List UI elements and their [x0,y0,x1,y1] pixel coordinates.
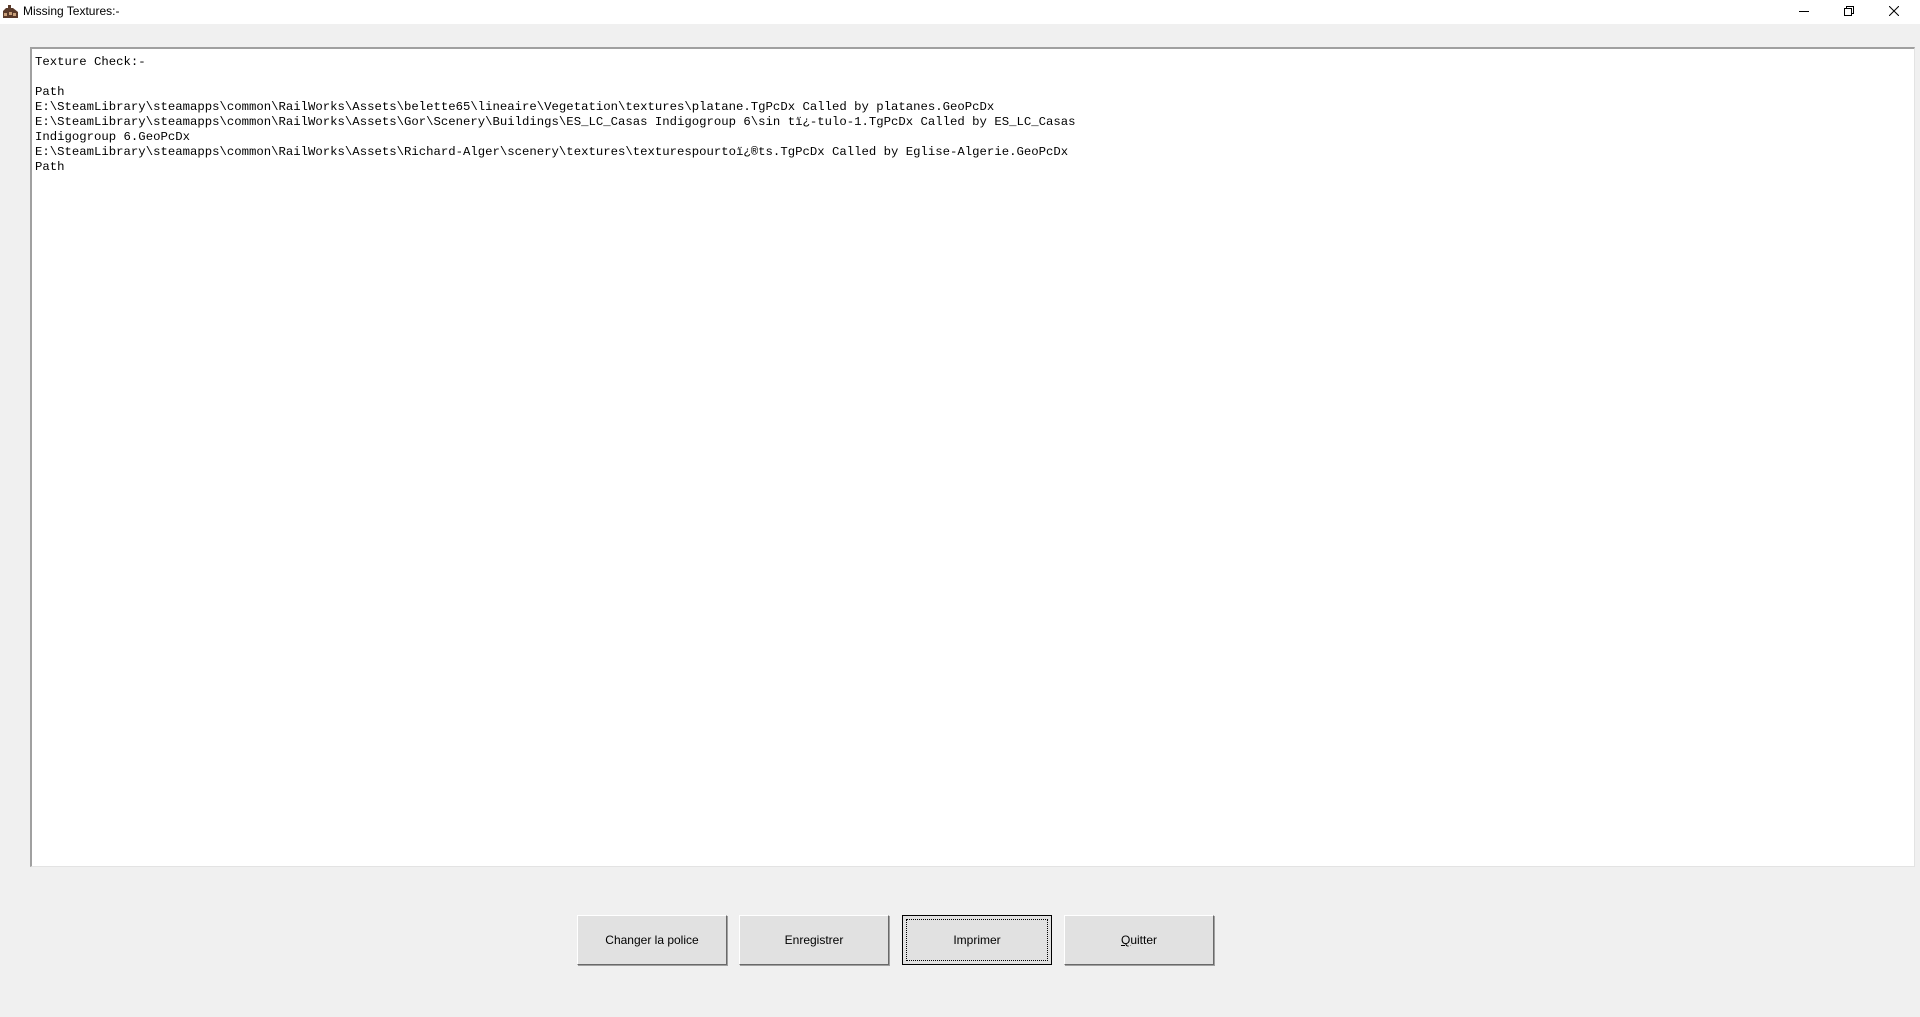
report-line: E:\SteamLibrary\steamapps\common\RailWor… [35,145,1069,159]
quit-button-label: Quitter [1121,933,1157,947]
report-text-area[interactable]: Texture Check:- Path E:\SteamLibrary\ste… [30,47,1915,867]
window-title: Missing Textures:- [23,4,120,18]
quit-accelerator-letter: Q [1120,933,1131,947]
minimize-button[interactable] [1781,0,1826,22]
change-font-button-label: Changer la police [605,933,699,947]
report-line: E:\SteamLibrary\steamapps\common\RailWor… [35,115,1076,129]
quit-label-rest: uitter [1130,933,1158,947]
train-app-icon[interactable] [2,3,19,19]
print-button-label: Imprimer [953,933,1001,947]
report-line: Indigogroup 6.GeoPcDx [35,130,190,144]
report-line: E:\SteamLibrary\steamapps\common\RailWor… [35,100,995,114]
title-bar[interactable]: Missing Textures:- [0,0,1920,24]
save-button-label: Enregistrer [784,933,844,947]
report-line: Texture Check:- [35,55,146,69]
save-button[interactable]: Enregistrer [739,915,889,965]
report-text: Texture Check:- Path E:\SteamLibrary\ste… [32,49,1914,175]
change-font-button[interactable]: Changer la police [577,915,727,965]
close-button[interactable] [1871,0,1916,22]
report-line: Path [35,160,65,174]
close-icon [1888,6,1899,16]
quit-button[interactable]: Quitter [1064,915,1214,965]
print-button[interactable]: Imprimer [902,915,1052,965]
report-line: Path [35,85,65,99]
missing-textures-window: Missing Textures:- Texture Check:- Path … [0,0,1920,1017]
restore-button[interactable] [1826,0,1871,22]
minimize-icon [1798,6,1809,16]
restore-icon [1843,6,1854,16]
